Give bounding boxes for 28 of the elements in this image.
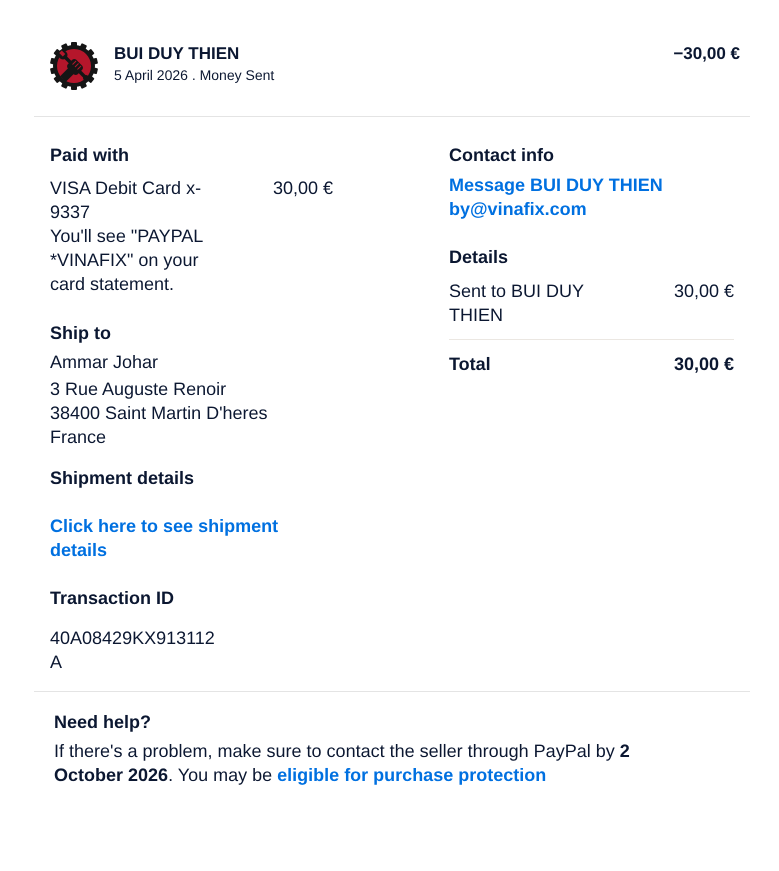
section-heading: Ship to bbox=[50, 322, 112, 344]
paid-amount: 30,00 € bbox=[273, 177, 334, 200]
purchase-protection-link[interactable]: eligible for purchase protection bbox=[277, 765, 546, 785]
shipment-details-link[interactable]: Click here to see shipment details bbox=[50, 514, 300, 562]
transaction-amount: −30,00 € bbox=[673, 43, 740, 65]
help-heading: Need help? bbox=[54, 711, 152, 733]
address-line: 3 Rue Auguste Renoir bbox=[50, 378, 228, 401]
address-line: 38400 Saint Martin D'heres bbox=[50, 402, 269, 425]
section-heading: Paid with bbox=[50, 144, 130, 166]
message-link[interactable]: Message BUI DUY THIEN bbox=[449, 173, 734, 197]
detail-label: Sent to BUI DUY THIEN bbox=[449, 280, 585, 327]
section-heading: Details bbox=[449, 246, 510, 268]
detail-amount: 30,00 € bbox=[674, 280, 734, 303]
statement-note: You'll see "PAYPAL *VINAFIX" on your card statement. bbox=[50, 225, 204, 296]
recipient-name: Ammar Johar bbox=[50, 351, 160, 374]
help-text: If there's a problem, make sure to contact the seller through PayPal by 2 October 2026. You may be eligible for purchase protection bbox=[54, 740, 631, 787]
total-label: Total bbox=[449, 353, 491, 375]
merchant-name: BUI DUY THIEN bbox=[114, 43, 240, 65]
email-link[interactable]: by@vinafix.com bbox=[449, 197, 734, 221]
section-heading: Transaction ID bbox=[50, 587, 176, 609]
transaction-id: 40A08429KX913112A bbox=[50, 627, 216, 674]
section-heading: Shipment details bbox=[50, 467, 196, 489]
address-line: France bbox=[50, 426, 108, 449]
total-amount: 30,00 € bbox=[674, 353, 734, 375]
section-heading: Contact info bbox=[449, 144, 555, 166]
transaction-date-type: 5 April 2026 . Money Sent bbox=[114, 66, 276, 84]
fist-wrench-icon bbox=[50, 42, 98, 90]
card-name: VISA Debit Card x-9337 bbox=[50, 177, 202, 224]
